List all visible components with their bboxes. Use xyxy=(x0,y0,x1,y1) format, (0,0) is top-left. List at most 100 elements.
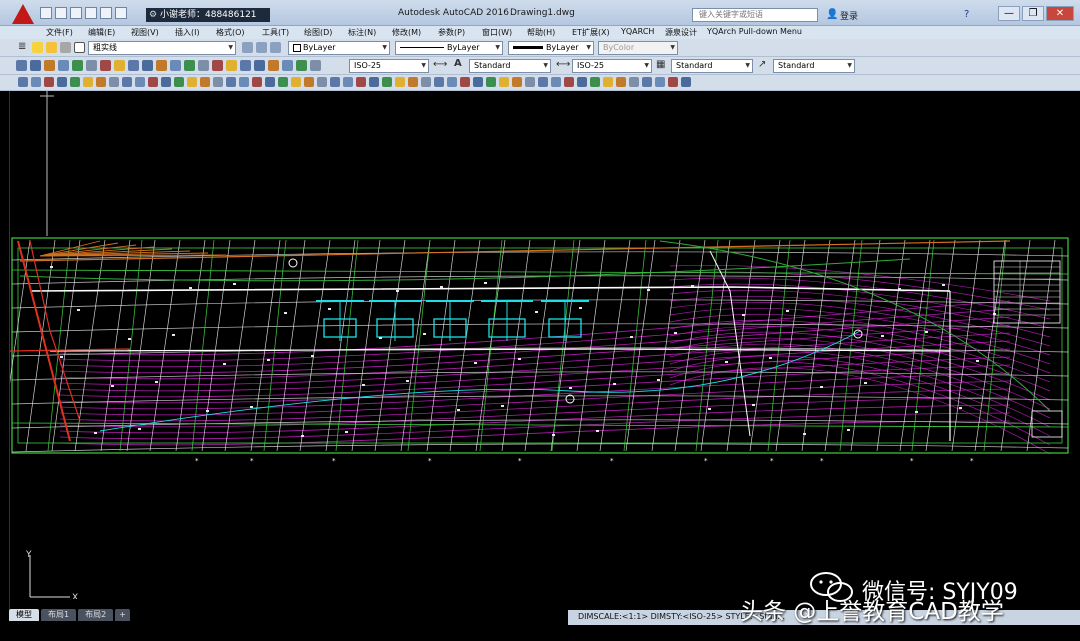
draw-tool-icon[interactable] xyxy=(72,60,83,71)
modeling-tool-icon[interactable] xyxy=(239,77,249,87)
undo-icon[interactable] xyxy=(115,7,127,19)
lock-icon[interactable] xyxy=(60,42,71,53)
draw-tool-icon[interactable] xyxy=(156,60,167,71)
modeling-tool-icon[interactable] xyxy=(395,77,405,87)
menu-item[interactable]: 格式(O) xyxy=(216,27,245,38)
draw-tool-icon[interactable] xyxy=(212,60,223,71)
mleaderstyle-dropdown[interactable]: Standard xyxy=(773,59,855,73)
draw-tool-icon[interactable] xyxy=(240,60,251,71)
modeling-tool-icon[interactable] xyxy=(96,77,106,87)
draw-tool-icon[interactable] xyxy=(58,60,69,71)
dimension-style-icon[interactable]: ⟷ xyxy=(556,59,570,70)
modeling-tool-icon[interactable] xyxy=(343,77,353,87)
modeling-tool-icon[interactable] xyxy=(161,77,171,87)
modeling-tool-icon[interactable] xyxy=(577,77,587,87)
modeling-tool-icon[interactable] xyxy=(538,77,548,87)
dimstyle2-dropdown[interactable]: ISO-25 xyxy=(572,59,652,73)
drawing-canvas[interactable]: * * * * * * * * * * * Y X xyxy=(9,91,1071,609)
modeling-tool-icon[interactable] xyxy=(642,77,652,87)
menu-item[interactable]: 编辑(E) xyxy=(88,27,115,38)
modeling-tool-icon[interactable] xyxy=(668,77,678,87)
draw-tool-icon[interactable] xyxy=(142,60,153,71)
modeling-tool-icon[interactable] xyxy=(473,77,483,87)
modeling-tool-icon[interactable] xyxy=(213,77,223,87)
modeling-tool-icon[interactable] xyxy=(603,77,613,87)
modeling-tool-icon[interactable] xyxy=(226,77,236,87)
modeling-tool-icon[interactable] xyxy=(369,77,379,87)
modeling-tool-icon[interactable] xyxy=(499,77,509,87)
modeling-tool-icon[interactable] xyxy=(187,77,197,87)
modeling-tool-icon[interactable] xyxy=(304,77,314,87)
menu-item[interactable]: ET扩展(X) xyxy=(572,27,610,38)
draw-tool-icon[interactable] xyxy=(198,60,209,71)
modeling-tool-icon[interactable] xyxy=(31,77,41,87)
minimize-icon[interactable]: — xyxy=(998,6,1020,21)
modeling-tool-icon[interactable] xyxy=(330,77,340,87)
modeling-tool-icon[interactable] xyxy=(57,77,67,87)
draw-tool-icon[interactable] xyxy=(310,60,321,71)
layer-manager-icon[interactable]: ≣ xyxy=(18,41,26,52)
tablestyle-dropdown[interactable]: Standard xyxy=(671,59,753,73)
dimstyle-dropdown[interactable]: ISO-25 xyxy=(349,59,429,73)
layer-match-icon[interactable] xyxy=(270,42,281,53)
print-icon[interactable] xyxy=(100,7,112,19)
tab-model[interactable]: 模型 xyxy=(9,609,39,621)
menu-item[interactable]: 绘图(D) xyxy=(304,27,332,38)
modeling-tool-icon[interactable] xyxy=(525,77,535,87)
draw-tool-icon[interactable] xyxy=(44,60,55,71)
modeling-tool-icon[interactable] xyxy=(486,77,496,87)
save-icon[interactable] xyxy=(70,7,82,19)
draw-tool-icon[interactable] xyxy=(30,60,41,71)
mleader-style-icon[interactable]: ↗ xyxy=(758,59,766,70)
sun-icon[interactable] xyxy=(46,42,57,53)
draw-tool-icon[interactable] xyxy=(184,60,195,71)
make-current-icon[interactable] xyxy=(242,42,253,53)
dimstyle-icon[interactable]: ⟷ xyxy=(433,59,447,70)
linetype-dropdown[interactable]: ByLayer xyxy=(395,41,503,55)
modeling-tool-icon[interactable] xyxy=(278,77,288,87)
modeling-tool-icon[interactable] xyxy=(382,77,392,87)
modeling-tool-icon[interactable] xyxy=(629,77,639,87)
modeling-tool-icon[interactable] xyxy=(512,77,522,87)
save-as-icon[interactable] xyxy=(85,7,97,19)
menu-item[interactable]: YQARCH xyxy=(621,27,654,36)
modeling-tool-icon[interactable] xyxy=(317,77,327,87)
modeling-tool-icon[interactable] xyxy=(200,77,210,87)
lightbulb-icon[interactable] xyxy=(32,42,43,53)
modeling-tool-icon[interactable] xyxy=(681,77,691,87)
textstyle-icon[interactable]: A xyxy=(454,58,462,69)
add-layout-button[interactable]: + xyxy=(115,609,130,621)
textstyle-dropdown[interactable]: Standard xyxy=(469,59,551,73)
layer-dropdown[interactable]: 粗实线 xyxy=(88,41,236,55)
menu-item[interactable]: 源泉设计 xyxy=(665,27,697,38)
menu-item[interactable]: 工具(T) xyxy=(262,27,289,38)
new-file-icon[interactable] xyxy=(40,7,52,19)
modeling-tool-icon[interactable] xyxy=(174,77,184,87)
modeling-tool-icon[interactable] xyxy=(447,77,457,87)
modeling-tool-icon[interactable] xyxy=(434,77,444,87)
modeling-tool-icon[interactable] xyxy=(616,77,626,87)
modeling-tool-icon[interactable] xyxy=(122,77,132,87)
menu-item[interactable]: 标注(N) xyxy=(348,27,376,38)
menu-item[interactable]: 帮助(H) xyxy=(527,27,555,38)
close-icon[interactable]: ✕ xyxy=(1046,6,1074,21)
open-file-icon[interactable] xyxy=(55,7,67,19)
restore-icon[interactable]: ❐ xyxy=(1022,6,1044,21)
menu-item[interactable]: 视图(V) xyxy=(131,27,159,38)
menu-item[interactable]: 窗口(W) xyxy=(482,27,512,38)
menu-item[interactable]: 文件(F) xyxy=(46,27,73,38)
modeling-tool-icon[interactable] xyxy=(460,77,470,87)
lineweight-dropdown[interactable]: ByLayer xyxy=(508,41,594,55)
draw-tool-icon[interactable] xyxy=(226,60,237,71)
modeling-tool-icon[interactable] xyxy=(421,77,431,87)
draw-tool-icon[interactable] xyxy=(86,60,97,71)
modeling-tool-icon[interactable] xyxy=(135,77,145,87)
menu-item[interactable]: 插入(I) xyxy=(175,27,200,38)
autocad-logo-icon[interactable] xyxy=(12,4,34,24)
draw-tool-icon[interactable] xyxy=(114,60,125,71)
modeling-tool-icon[interactable] xyxy=(70,77,80,87)
signin-button[interactable]: 登录 xyxy=(840,9,858,22)
modeling-tool-icon[interactable] xyxy=(252,77,262,87)
layer-color-icon[interactable] xyxy=(74,42,85,53)
modeling-tool-icon[interactable] xyxy=(109,77,119,87)
